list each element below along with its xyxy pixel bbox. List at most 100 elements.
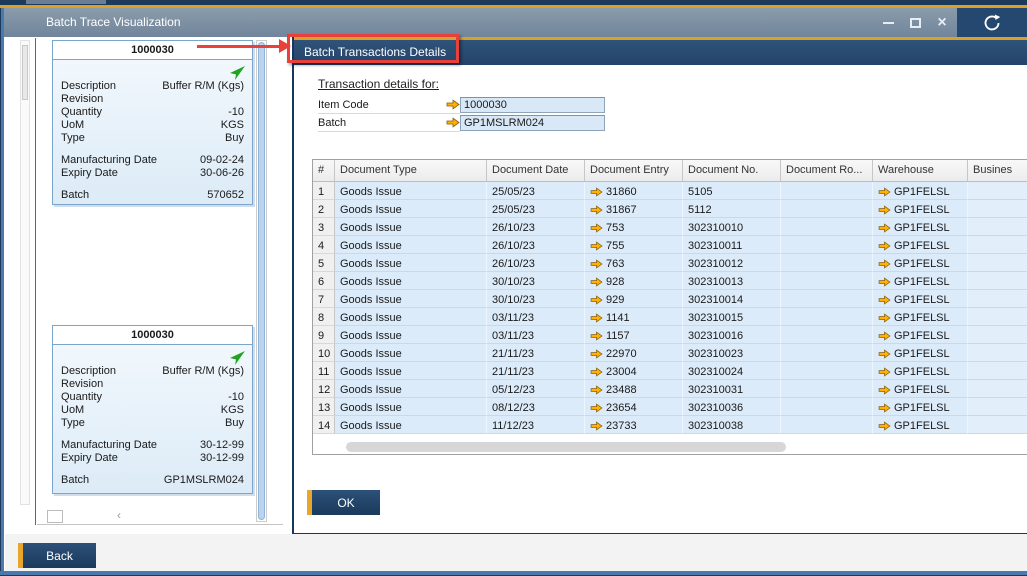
table-horizontal-scrollbar-thumb[interactable] (346, 442, 786, 452)
table-row[interactable]: 10Goods Issue21/11/2322970302310023GP1FE… (313, 344, 1027, 362)
minimize-button[interactable] (881, 16, 895, 30)
card-field-row: Quantity-10 (61, 106, 244, 119)
cell-text: 11/12/23 (492, 420, 534, 432)
scroll-left-chevron-icon[interactable]: ‹ (117, 508, 121, 522)
table-row[interactable]: 4Goods Issue26/10/23755302310011GP1FELSL (313, 236, 1027, 254)
link-arrow-icon[interactable] (878, 421, 891, 431)
table-row[interactable]: 7Goods Issue30/10/23929302310014GP1FELSL (313, 290, 1027, 308)
cell-date: 25/05/23 (487, 182, 585, 200)
close-button[interactable]: × (935, 16, 949, 30)
link-arrow-icon[interactable] (878, 367, 891, 377)
column-header[interactable]: Document Date (487, 160, 585, 181)
link-arrow-icon[interactable] (590, 313, 603, 323)
cell-doc-row (781, 200, 873, 218)
link-arrow-icon[interactable] (590, 367, 603, 377)
link-arrow-icon[interactable] (590, 331, 603, 341)
link-arrow-icon[interactable] (446, 99, 460, 110)
panel-vertical-scrollbar[interactable] (20, 40, 30, 505)
card-field-value: Buy (225, 132, 244, 145)
goto-arrow-icon[interactable] (229, 65, 245, 81)
table-row[interactable]: 8Goods Issue03/11/231141302310015GP1FELS… (313, 308, 1027, 326)
panel-horizontal-scrollbar-thumb[interactable] (47, 510, 63, 523)
item-code-field-row: Item Code (318, 96, 460, 114)
cell-text: 302310010 (688, 222, 743, 234)
column-header[interactable]: # (313, 160, 335, 181)
cards-vertical-scrollbar-thumb[interactable] (258, 42, 265, 520)
column-header[interactable]: Document Ro... (781, 160, 873, 181)
link-arrow-icon[interactable] (878, 403, 891, 413)
link-arrow-icon[interactable] (590, 349, 603, 359)
goto-arrow-icon[interactable] (229, 350, 245, 366)
link-arrow-icon[interactable] (878, 295, 891, 305)
cell-bp (968, 200, 1027, 218)
column-header[interactable]: Busines (968, 160, 1027, 181)
link-arrow-icon[interactable] (878, 331, 891, 341)
cell-text: 23654 (606, 402, 637, 414)
cell-num: 5 (313, 254, 335, 272)
card-field-row: Expiry Date30-06-26 (61, 167, 244, 180)
table-row[interactable]: 11Goods Issue21/11/2323004302310024GP1FE… (313, 362, 1027, 380)
window-controls: × (881, 8, 949, 37)
trace-tree-connector-line (35, 38, 36, 525)
table-row[interactable]: 9Goods Issue03/11/231157302310016GP1FELS… (313, 326, 1027, 344)
maximize-button[interactable] (908, 16, 922, 30)
table-row[interactable]: 3Goods Issue26/10/23753302310010GP1FELSL (313, 218, 1027, 236)
link-arrow-icon[interactable] (590, 385, 603, 395)
link-arrow-icon[interactable] (878, 313, 891, 323)
table-row[interactable]: 6Goods Issue30/10/23928302310013GP1FELSL (313, 272, 1027, 290)
link-arrow-icon[interactable] (590, 277, 603, 287)
link-arrow-icon[interactable] (878, 223, 891, 233)
link-arrow-icon[interactable] (878, 259, 891, 269)
cell-date: 26/10/23 (487, 254, 585, 272)
link-arrow-icon[interactable] (878, 187, 891, 197)
item-code-input[interactable] (460, 97, 605, 113)
cell-text: GP1FELSL (894, 330, 950, 342)
batch-card[interactable]: 1000030 DescriptionBuffer R/M (Kgs)Revis… (52, 325, 253, 494)
back-button[interactable]: Back (18, 543, 96, 568)
link-arrow-icon[interactable] (590, 187, 603, 197)
column-header[interactable]: Document Entry (585, 160, 683, 181)
link-arrow-icon[interactable] (590, 403, 603, 413)
panel-vertical-scrollbar-thumb[interactable] (22, 45, 28, 100)
column-header[interactable]: Warehouse (873, 160, 968, 181)
cell-text: 25/05/23 (492, 204, 535, 216)
link-arrow-icon[interactable] (590, 223, 603, 233)
minimize-icon (883, 22, 894, 24)
table-row[interactable]: 2Goods Issue25/05/23318675112GP1FELSL (313, 200, 1027, 218)
table-row[interactable]: 14Goods Issue11/12/2323733302310038GP1FE… (313, 416, 1027, 434)
link-arrow-icon[interactable] (590, 259, 603, 269)
cell-text: 302310024 (688, 366, 743, 378)
link-arrow-icon[interactable] (590, 241, 603, 251)
table-row[interactable]: 1Goods Issue25/05/23318605105GP1FELSL (313, 182, 1027, 200)
table-row[interactable]: 13Goods Issue08/12/2323654302310036GP1FE… (313, 398, 1027, 416)
cell-warehouse: GP1FELSL (873, 236, 968, 254)
table-row[interactable]: 12Goods Issue05/12/2323488302310031GP1FE… (313, 380, 1027, 398)
cards-vertical-scrollbar[interactable] (256, 40, 267, 522)
link-arrow-icon[interactable] (590, 205, 603, 215)
link-arrow-icon[interactable] (590, 295, 603, 305)
refresh-button[interactable] (957, 8, 1027, 37)
table-row[interactable]: 5Goods Issue26/10/23763302310012GP1FELSL (313, 254, 1027, 272)
column-header[interactable]: Document Type (335, 160, 487, 181)
batch-input[interactable] (460, 115, 605, 131)
link-arrow-icon[interactable] (590, 421, 603, 431)
card-field-row: TypeBuy (61, 417, 244, 430)
card-field-label: Batch (61, 474, 89, 487)
cell-doc-row (781, 416, 873, 434)
link-arrow-icon[interactable] (878, 385, 891, 395)
link-arrow-icon[interactable] (878, 349, 891, 359)
card-field-value: -10 (228, 106, 244, 119)
column-header[interactable]: Document No. (683, 160, 781, 181)
link-arrow-icon[interactable] (878, 277, 891, 287)
link-arrow-icon[interactable] (878, 205, 891, 215)
link-arrow-icon[interactable] (446, 117, 460, 128)
cell-text: 755 (606, 240, 624, 252)
cell-doc-row (781, 236, 873, 254)
batch-transactions-details-dialog: Batch Transactions Details Transaction d… (292, 37, 1027, 535)
batch-card[interactable]: 1000030 DescriptionBuffer R/M (Kgs)Revis… (52, 40, 253, 205)
ok-button[interactable]: OK (307, 490, 380, 515)
cell-text: 928 (606, 276, 624, 288)
cell-num: 1 (313, 182, 335, 200)
cell-num: 7 (313, 290, 335, 308)
link-arrow-icon[interactable] (878, 241, 891, 251)
